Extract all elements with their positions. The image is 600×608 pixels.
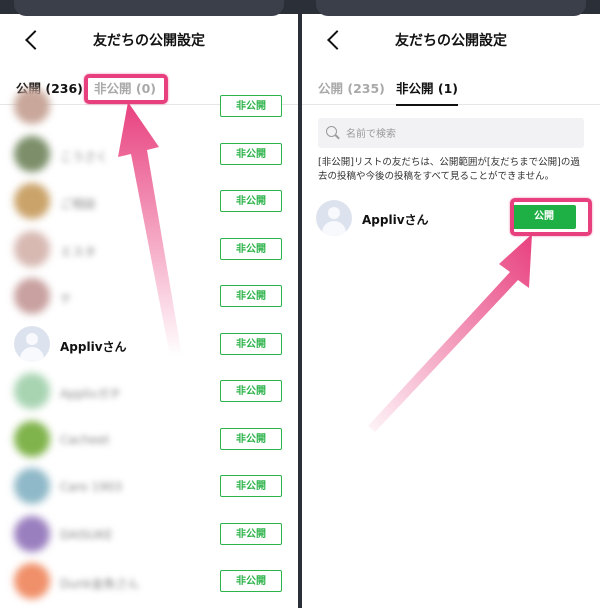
avatar — [14, 278, 50, 314]
private-button[interactable]: 非公開 — [220, 475, 282, 497]
private-button[interactable]: 非公開 — [220, 522, 282, 545]
friend-name: Dunk金魚さん — [60, 577, 140, 591]
page-title: 友だちの公開設定 — [395, 33, 507, 49]
tab-private[interactable]: 非公開 (1) — [396, 78, 458, 106]
list-item: 非公開 — [0, 82, 298, 130]
avatar — [14, 88, 50, 124]
avatar — [14, 563, 50, 599]
avatar — [316, 200, 352, 236]
list-item: Cacheet 非公開 — [0, 415, 298, 463]
friend-name: ご相談 — [60, 197, 97, 211]
private-button[interactable]: 非公開 — [220, 427, 282, 450]
friend-name: DAISUKE — [60, 527, 113, 542]
friend-name: Applivさん — [362, 213, 429, 227]
public-button[interactable]: 公開 — [512, 205, 576, 229]
header: 友だちの公開設定 — [302, 20, 600, 60]
friend-name: こうさく — [60, 149, 109, 164]
header: 友だちの公開設定 — [0, 20, 298, 60]
private-button[interactable]: 非公開 — [220, 285, 282, 307]
private-button[interactable]: 非公開 — [220, 95, 282, 117]
search-icon — [326, 126, 337, 137]
private-button[interactable]: 非公開 — [220, 142, 282, 165]
avatar — [14, 515, 50, 552]
friend-name: Caro 1903 — [60, 480, 123, 494]
avatar — [14, 230, 50, 267]
avatar — [14, 135, 50, 172]
right-screen: 友だちの公開設定 公開 (235) 非公開 (1) [非公開]リストの友だちは、… — [302, 0, 600, 608]
avatar — [14, 325, 50, 362]
tab-bar: 公開 (235) 非公開 (1) — [302, 78, 600, 106]
avatar — [14, 183, 50, 219]
private-list-notice: [非公開]リストの友だちは、公開範囲が[友だちまで公開]の過去の投稿や今後の投稿… — [318, 157, 580, 182]
private-button[interactable]: 非公開 — [220, 237, 282, 260]
private-button[interactable]: 非公開 — [220, 190, 282, 212]
friend-name: ケ — [60, 292, 73, 306]
list-item: Dunk金魚さん 非公開 — [0, 557, 298, 605]
page-title: 友だちの公開設定 — [93, 33, 205, 49]
search-box — [318, 118, 584, 150]
avatar — [14, 420, 50, 457]
list-item: ご相談 非公開 — [0, 177, 298, 225]
list-item: Caro 1903 非公開 — [0, 462, 298, 510]
search-input[interactable] — [344, 118, 578, 150]
list-item: DAISUKE 非公開 — [0, 510, 298, 558]
list-item: Applivガチ 非公開 — [0, 367, 298, 415]
left-screen: 友だちの公開設定 公開 (236) 非公開 (0) 非公開 こうさく 非公開 ご相談非… — [0, 0, 298, 608]
friend-name: Applivさん — [60, 339, 127, 354]
friend-name: Applivガチ — [60, 387, 122, 401]
private-button[interactable]: 非公開 — [220, 570, 282, 592]
avatar — [14, 373, 50, 409]
avatar — [14, 468, 50, 504]
friend-name: Cacheet — [60, 432, 110, 447]
private-button[interactable]: 非公開 — [220, 380, 282, 402]
list-item: ミスタ 非公開 — [0, 225, 298, 273]
list-item: ケ 非公開 — [0, 272, 298, 320]
tab-public[interactable]: 公開 (235) — [318, 78, 385, 97]
list-item: こうさく 非公開 — [0, 130, 298, 178]
friend-name: ミスタ — [60, 244, 97, 259]
private-button[interactable]: 非公開 — [220, 332, 282, 355]
list-item: Applivさん 非公開 — [0, 320, 298, 368]
